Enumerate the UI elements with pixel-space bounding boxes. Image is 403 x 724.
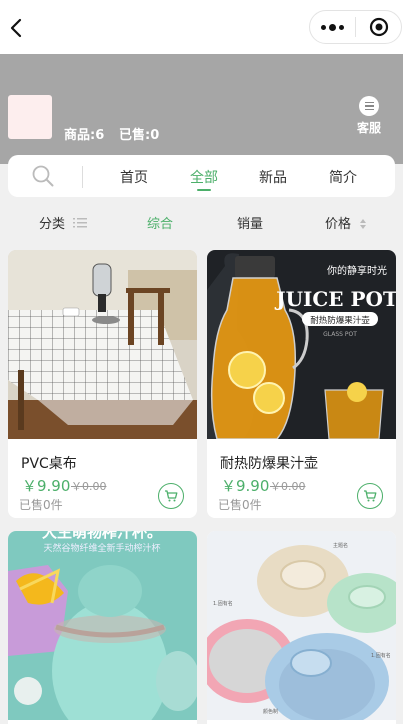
cart-icon [364, 490, 377, 502]
capsule-menu [309, 10, 402, 44]
product-image-caption: 耐热防爆果汁壶 [310, 315, 370, 326]
top-bar [0, 0, 403, 54]
add-to-cart-button[interactable] [357, 483, 383, 509]
sort-category[interactable]: 分类 [39, 213, 65, 232]
product-card[interactable]: PVC桌布 ￥9.90 ￥0.00 已售0件 [8, 250, 197, 518]
search-icon[interactable] [32, 165, 54, 187]
tab-intro[interactable]: 简介 [329, 167, 357, 187]
back-button[interactable] [4, 14, 28, 42]
product-card[interactable]: 大生萌物榨汁杯。 天然谷物纤维全新手动榨汁杯 [8, 531, 197, 724]
list-icon [73, 218, 87, 228]
product-image-caption: 天然谷物纤维全新手动榨汁杯 [43, 542, 160, 554]
more-dots-icon [321, 24, 326, 30]
product-card[interactable]: 你的静享时光 JUICE POT 耐热防爆果汁壶 GLASS POT 耐热防爆果… [207, 250, 396, 518]
product-price: ￥9.90 [221, 477, 270, 495]
product-title[interactable]: 耐热防爆果汁壶 [220, 453, 318, 473]
product-card[interactable]: 主题名 1.固有名 1.固有名 颜色制 [207, 531, 396, 724]
product-image-caption: 颜色制 [263, 708, 278, 715]
sort-bar: 分类 综合 销量 价格 [0, 205, 403, 237]
sort-price[interactable]: 价格 [325, 213, 351, 232]
customer-service-label: 客服 [356, 121, 381, 135]
more-dot [339, 24, 344, 30]
chevron-left-icon [10, 18, 22, 38]
product-title[interactable]: PVC桌布 [21, 453, 77, 473]
cart-icon [165, 490, 178, 502]
more-dot [329, 23, 336, 31]
product-price: ￥9.90 [22, 477, 71, 495]
sort-comprehensive[interactable]: 综合 [147, 213, 173, 232]
product-image[interactable]: 大生萌物榨汁杯。 天然谷物纤维全新手动榨汁杯 [8, 531, 197, 720]
shop-nav: 首页 全部 新品 简介 [8, 155, 395, 197]
add-to-cart-button[interactable] [158, 483, 184, 509]
chat-bubble-icon [359, 96, 379, 116]
close-button[interactable] [356, 11, 401, 43]
sort-arrows-icon [360, 219, 366, 229]
tab-home[interactable]: 首页 [120, 167, 148, 187]
product-image-caption: 你的静享时光 [327, 264, 387, 277]
tab-new[interactable]: 新品 [259, 167, 287, 187]
product-image[interactable]: 主题名 1.固有名 1.固有名 颜色制 [207, 531, 396, 720]
target-circle-icon [369, 17, 388, 37]
customer-service-button[interactable]: 客服 [351, 96, 387, 136]
tab-all[interactable]: 全部 [190, 167, 218, 187]
sort-sales[interactable]: 销量 [237, 213, 263, 232]
product-image[interactable]: 你的静享时光 JUICE POT 耐热防爆果汁壶 GLASS POT [207, 250, 396, 439]
product-original-price: ￥0.00 [71, 480, 107, 493]
shop-logo[interactable] [8, 95, 52, 139]
more-button[interactable] [310, 11, 355, 43]
product-image-caption: 1.固有名 [213, 600, 233, 607]
product-image-caption: 大生萌物榨汁杯。 [42, 531, 162, 541]
product-image-caption: 1.固有名 [371, 652, 391, 659]
product-original-price: ￥0.00 [270, 480, 306, 493]
product-image[interactable] [8, 250, 197, 439]
product-sold-count: 已售0件 [218, 498, 262, 512]
active-tab-indicator [197, 189, 211, 191]
product-image-caption: GLASS POT [323, 331, 357, 338]
product-image-caption: JUICE POT [274, 287, 396, 311]
shop-header: 商品:6 已售:0 客服 [0, 54, 403, 164]
product-image-caption: 主题名 [333, 542, 348, 549]
product-sold-count: 已售0件 [19, 498, 63, 512]
sold-count: 已售:0 [119, 128, 160, 143]
goods-count: 商品:6 [64, 128, 105, 143]
nav-divider [82, 166, 83, 188]
